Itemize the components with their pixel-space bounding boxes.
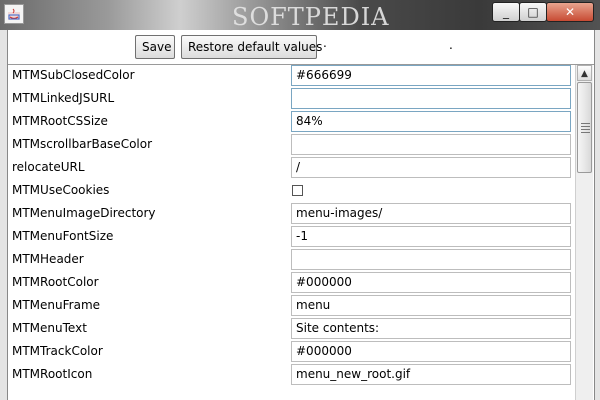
property-value-field[interactable]: / [291,157,571,178]
property-row: MTMSubClosedColor #666699 [8,65,574,88]
property-value-field[interactable] [291,134,571,155]
property-row: MTMscrollbarBaseColor [8,134,574,157]
property-label: MTMTrackColor [12,344,103,358]
property-row: MTMRootCSSize 84% [8,111,574,134]
property-row: MTMRootIcon menu_new_root.gif [8,364,574,387]
property-label: MTMSubClosedColor [12,68,135,82]
property-label: MTMenuFrame [12,298,101,312]
property-value-field[interactable]: #000000 [291,272,571,293]
property-label: MTMLinkedJSURL [12,91,115,105]
property-label: MTMRootCSSize [12,114,108,128]
property-row: MTMLinkedJSURL [8,88,574,111]
property-row: MTMenuImageDirectory menu-images/ [8,203,574,226]
maximize-button[interactable]: □ [519,2,547,22]
minimize-button[interactable]: _ [492,2,520,22]
property-label: MTMenuFontSize [12,229,114,243]
property-label: MTMRootColor [12,275,99,289]
property-value-field[interactable]: -1 [291,226,571,247]
property-label: MTMscrollbarBaseColor [12,137,153,151]
restore-defaults-button[interactable]: Restore default values [181,35,322,59]
property-row: MTMenuFrame menu [8,295,574,318]
property-label: MTMUseCookies [12,183,110,197]
property-row: relocateURL / [8,157,574,180]
property-label: MTMRootIcon [12,367,93,381]
property-row: MTMRootColor #000000 [8,272,574,295]
property-row: MTMenuFontSize -1 [8,226,574,249]
property-row: MTMUseCookies [8,180,574,203]
content-pane: Save Restore default values . . MTMSubCl… [7,30,595,400]
property-label: MTMHeader [12,252,84,266]
toolbar: Save Restore default values . . [8,30,594,65]
property-label: MTMenuImageDirectory [12,206,156,220]
vertical-scrollbar[interactable]: ▲ [575,65,593,400]
property-value-field[interactable] [291,88,571,109]
property-list: MTMSubClosedColor #666699 MTMLinkedJSURL MT… [8,65,574,400]
property-label: MTMenuText [12,321,87,335]
property-row: MTMTrackColor #000000 [8,341,574,364]
toolbar-dot: . [323,36,327,50]
java-app-icon[interactable] [4,4,24,24]
softpedia-watermark: SOFTPEDIA [232,3,390,31]
title-bar[interactable]: SOFTPEDIA _ □ ✕ [0,0,600,31]
scrollbar-thumb[interactable] [577,82,592,173]
scrollbar-grip-icon [581,123,590,133]
property-row: MTMenuText Site contents: [8,318,574,341]
property-value-field[interactable]: menu [291,295,571,316]
close-button[interactable]: ✕ [546,2,594,22]
property-label: relocateURL [12,160,85,174]
toolbar-dot: . [449,38,453,52]
save-button[interactable]: Save [135,35,175,59]
property-value-field[interactable]: menu-images/ [291,203,571,224]
property-value-field[interactable]: #000000 [291,341,571,362]
scroll-up-arrow-icon[interactable]: ▲ [577,65,592,81]
property-value-field[interactable] [291,249,571,270]
property-value-field[interactable]: menu_new_root.gif [291,364,571,385]
property-value-field[interactable]: 84% [291,111,571,132]
property-value-field[interactable]: Site contents: [291,318,571,339]
property-row: MTMHeader [8,249,574,272]
property-value-field[interactable]: #666699 [291,65,571,86]
property-checkbox[interactable] [292,185,303,196]
